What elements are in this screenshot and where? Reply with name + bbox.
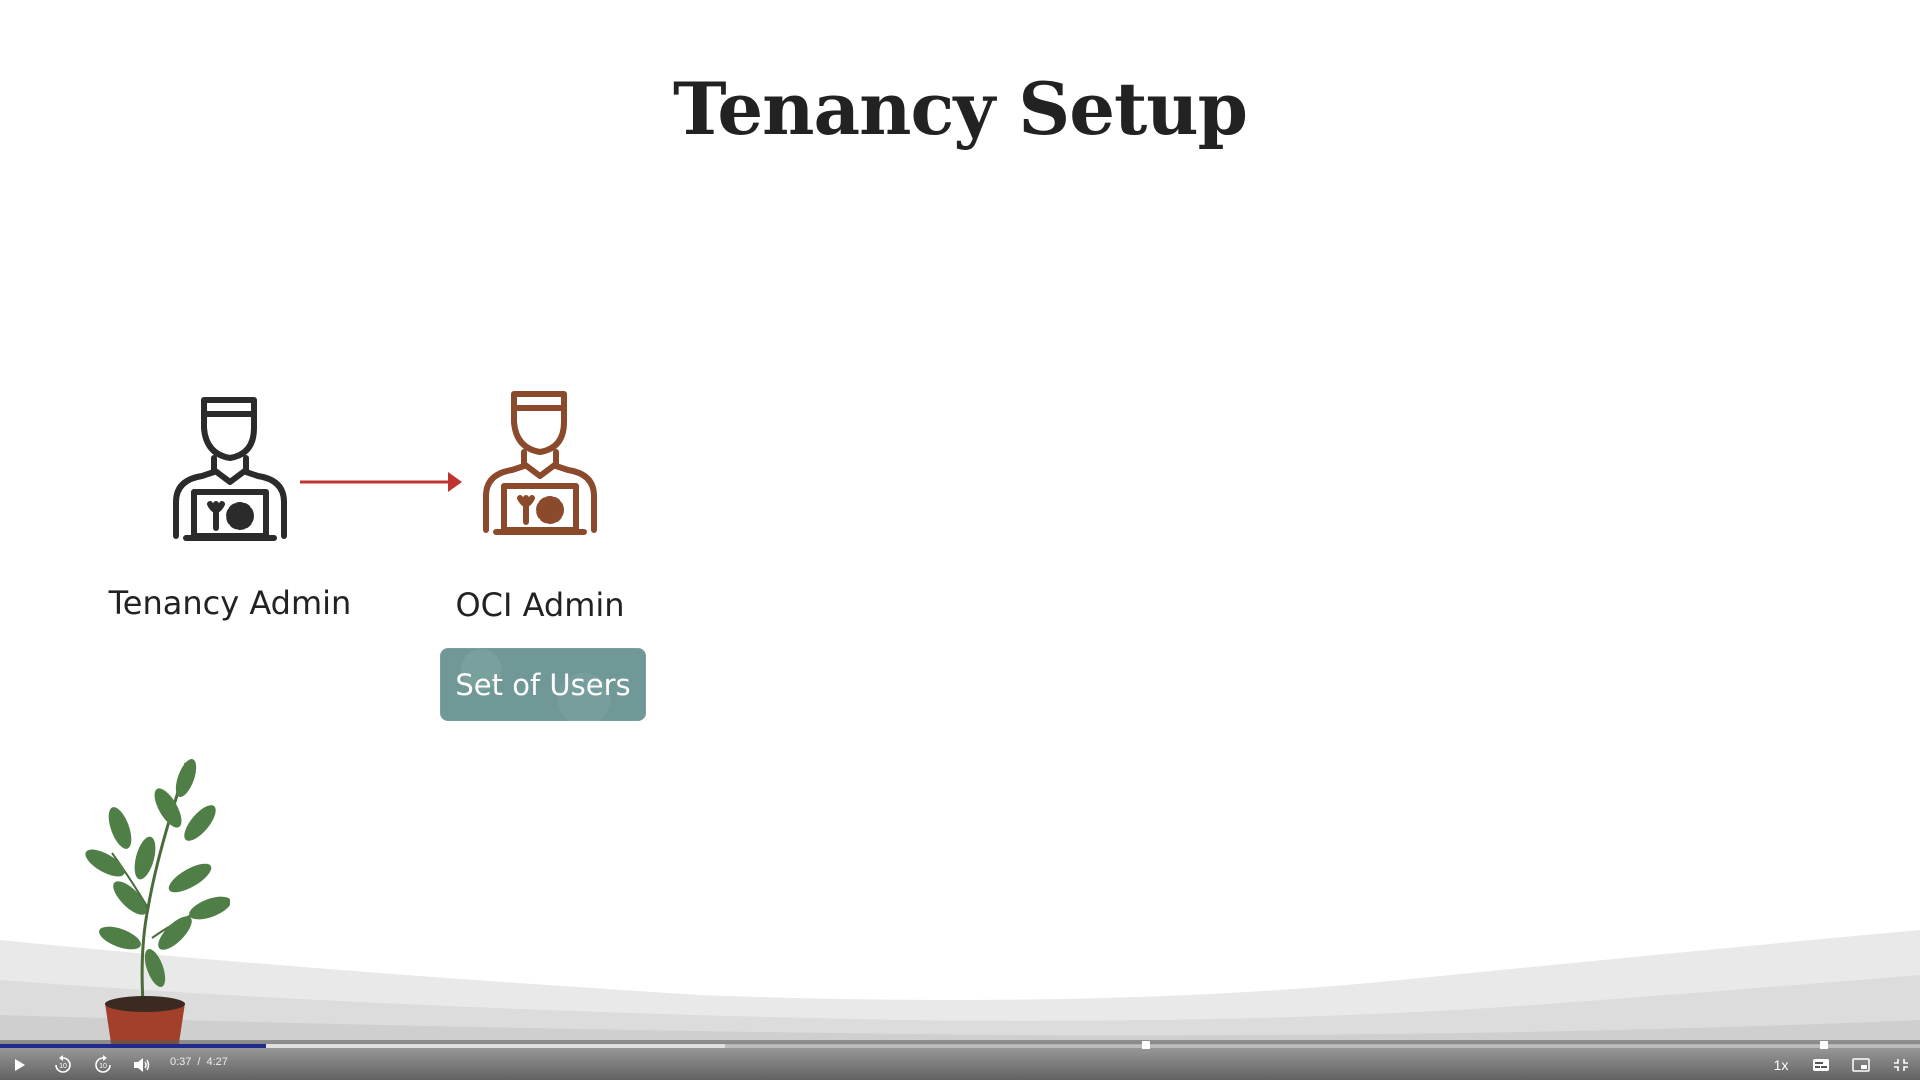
oci-admin-label: OCI Admin [455,586,625,624]
arrow-right-icon [300,472,462,492]
exit-fullscreen-button[interactable] [1888,1052,1914,1078]
tenancy-admin-label: Tenancy Admin [108,584,352,622]
slide-canvas: Tenancy Setup Tenancy Admin OCI Admin Se… [0,0,1920,1045]
oci-admin-icon [478,386,602,538]
svg-text:10: 10 [99,1063,107,1070]
volume-icon [134,1058,150,1072]
current-time: 0:37 [170,1056,192,1068]
play-icon [15,1059,25,1071]
chapter-marker[interactable] [1820,1041,1828,1049]
forward-10-icon: 10 [95,1055,111,1073]
playback-speed-button[interactable]: 1x [1768,1052,1794,1078]
seek-bar[interactable] [0,1041,1920,1049]
captions-button[interactable] [1808,1052,1834,1078]
set-of-users-badge: Set of Users [440,648,646,721]
plant-illustration [85,759,230,1045]
slide-title: Tenancy Setup [673,66,1248,151]
picture-in-picture-icon [1852,1058,1870,1072]
time-display: 0:37 / 4:27 [170,1056,234,1068]
time-separator: / [197,1056,201,1068]
captions-icon [1813,1059,1829,1071]
play-button[interactable] [10,1052,30,1078]
rewind-10-icon: 10 [55,1055,71,1073]
tenancy-admin-icon [168,392,292,544]
rewind-10-button[interactable]: 10 [50,1052,76,1078]
forward-10-button[interactable]: 10 [90,1052,116,1078]
background-hills [0,930,1920,1045]
volume-button[interactable] [130,1052,154,1078]
chapter-marker[interactable] [1142,1041,1150,1049]
played-range [0,1044,267,1048]
svg-text:10: 10 [59,1063,67,1070]
duration: 4:27 [206,1056,228,1068]
exit-fullscreen-icon [1894,1059,1908,1071]
picture-in-picture-button[interactable] [1848,1052,1874,1078]
